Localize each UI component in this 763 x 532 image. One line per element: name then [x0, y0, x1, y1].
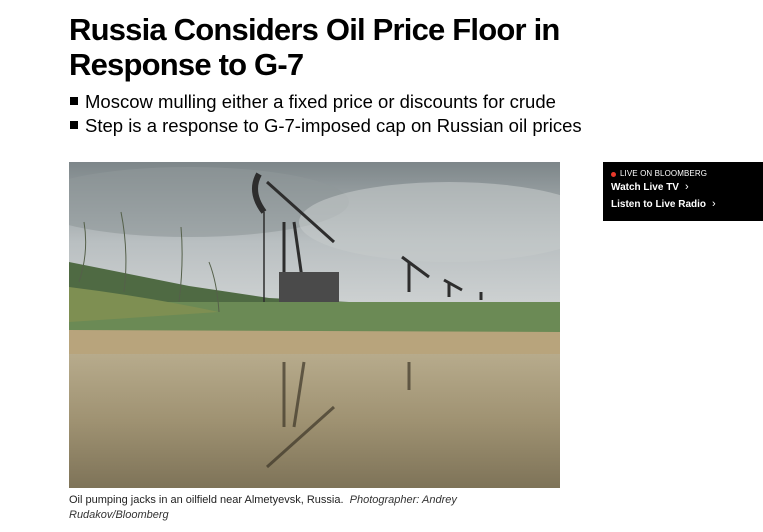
- live-on-bloomberg-widget: LIVE ON BLOOMBERG Watch Live TV › Listen…: [603, 162, 763, 221]
- live-tag: LIVE ON BLOOMBERG: [611, 169, 763, 179]
- summary-bullet: Moscow mulling either a fixed price or d…: [69, 90, 582, 114]
- watch-live-tv-link[interactable]: Watch Live TV ›: [611, 179, 763, 196]
- bullet-square-icon: [70, 97, 78, 105]
- chevron-right-icon: ›: [712, 198, 716, 210]
- oil-field-photo: [69, 162, 560, 488]
- lead-photo: [69, 162, 560, 488]
- watch-live-tv-label: Watch Live TV: [611, 182, 679, 193]
- article-headline: Russia Considers Oil Price Floor in Resp…: [69, 12, 560, 82]
- live-dot-icon: [611, 171, 616, 177]
- caption-text: Oil pumping jacks in an oilfield near Al…: [69, 494, 344, 506]
- bullet-square-icon: [70, 121, 78, 129]
- chevron-right-icon: ›: [684, 181, 689, 193]
- summary-bullets: Moscow mulling either a fixed price or d…: [69, 90, 582, 138]
- summary-bullet-text: Step is a response to G-7-imposed cap on…: [85, 115, 582, 136]
- listen-live-radio-label: Listen to Live Radio: [611, 199, 707, 210]
- summary-bullet: Step is a response to G-7-imposed cap on…: [69, 114, 582, 138]
- live-tag-label: LIVE ON BLOOMBERG: [620, 169, 708, 178]
- listen-live-radio-link[interactable]: Listen to Live Radio ›: [611, 196, 763, 213]
- photo-caption: Oil pumping jacks in an oilfield near Al…: [69, 493, 539, 523]
- summary-bullet-text: Moscow mulling either a fixed price or d…: [85, 91, 556, 112]
